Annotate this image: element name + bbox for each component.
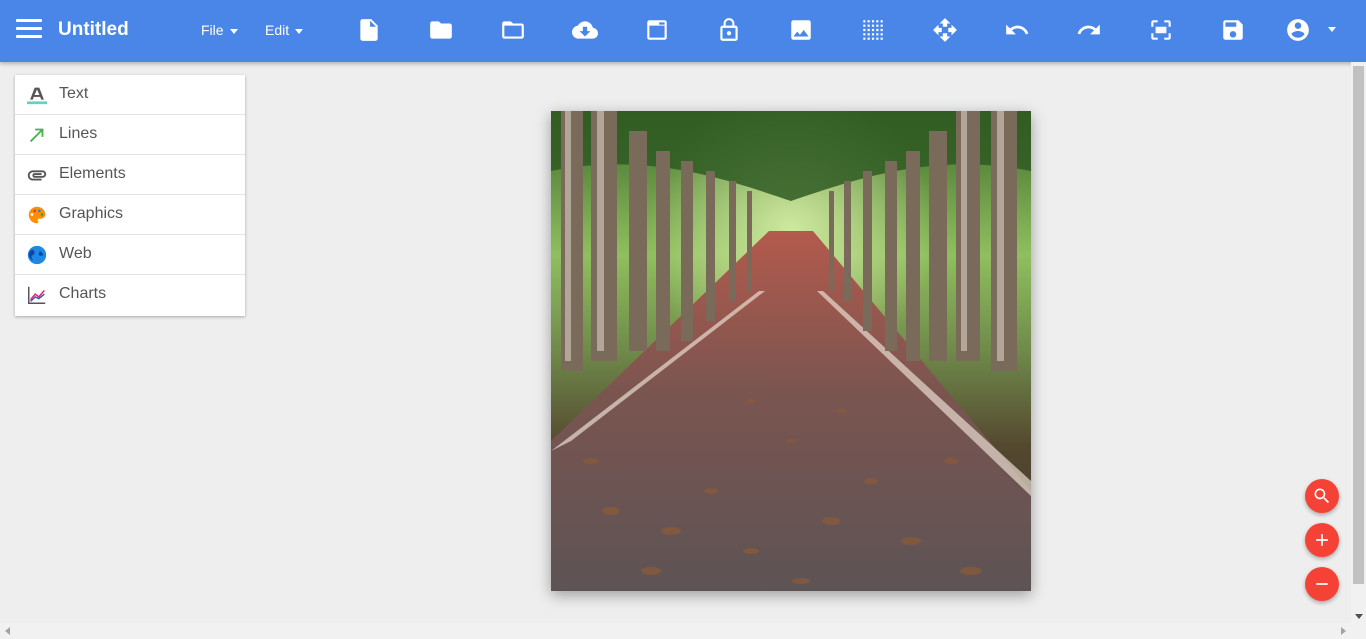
new-file-icon[interactable] [353, 15, 385, 45]
file-menu-label: File [201, 22, 224, 38]
move-icon[interactable] [929, 15, 961, 45]
fullscreen-icon[interactable] [1145, 15, 1177, 45]
hamburger-menu-icon[interactable] [16, 19, 42, 41]
sidebar-item-charts[interactable]: Charts [15, 275, 245, 316]
zoom-search-button[interactable] [1305, 479, 1339, 513]
sidebar-item-text[interactable]: Text [15, 75, 245, 115]
caret-down-icon [295, 28, 304, 34]
grid-icon[interactable] [857, 15, 889, 45]
text-icon [26, 87, 48, 105]
account-dropdown-icon[interactable] [1328, 27, 1336, 32]
search-icon [1314, 488, 1330, 504]
palette-icon [28, 206, 46, 224]
vertical-scrollbar[interactable] [1351, 62, 1366, 623]
road-photo-illustration [551, 111, 1031, 591]
zoom-in-icon [1316, 534, 1328, 546]
sidebar-item-label: Elements [59, 165, 126, 182]
sidebar-item-label: Charts [59, 285, 107, 302]
open-folder-icon[interactable] [425, 15, 457, 45]
sidebar-item-label: Lines [59, 125, 98, 142]
image-icon[interactable] [785, 15, 817, 45]
horizontal-scrollbar[interactable] [0, 623, 1366, 639]
document-title[interactable]: Untitled [58, 19, 129, 41]
sidebar-item-label: Graphics [59, 205, 124, 222]
edit-menu-label: Edit [265, 22, 290, 38]
line-chart-icon [28, 286, 46, 304]
sidebar-item-lines[interactable]: Lines [15, 115, 245, 155]
element-palette: Text Lines Elements Graphics Web Charts [15, 75, 245, 316]
vertical-scroll-thumb[interactable] [1353, 66, 1364, 584]
scroll-right-arrow-icon[interactable] [1341, 627, 1346, 635]
zoom-out-button[interactable] [1305, 567, 1339, 601]
save-icon[interactable] [1217, 15, 1249, 45]
paperclip-icon [27, 170, 47, 181]
lock-icon[interactable] [713, 15, 745, 45]
file-menu-button[interactable]: File [201, 22, 238, 38]
edit-menu-button[interactable]: Edit [265, 22, 304, 38]
scroll-left-arrow-icon[interactable] [5, 627, 10, 635]
line-arrow-icon [29, 128, 44, 143]
sidebar-item-web[interactable]: Web [15, 235, 245, 275]
sidebar-item-label: Text [59, 85, 89, 102]
sidebar-item-graphics[interactable]: Graphics [15, 195, 245, 235]
top-app-bar: Untitled File Edit [0, 0, 1366, 62]
folder-icon[interactable] [497, 15, 529, 45]
window-icon[interactable] [641, 15, 673, 45]
sidebar-item-label: Web [59, 245, 92, 262]
undo-icon[interactable] [1001, 15, 1033, 45]
canvas-photo[interactable] [551, 111, 1031, 591]
zoom-in-button[interactable] [1305, 523, 1339, 557]
scroll-down-arrow-icon[interactable] [1355, 614, 1363, 619]
zoom-out-icon [1316, 583, 1328, 585]
globe-icon [27, 245, 47, 265]
sidebar-item-elements[interactable]: Elements [15, 155, 245, 195]
caret-down-icon [229, 28, 238, 34]
account-icon[interactable] [1282, 15, 1314, 45]
cloud-download-icon[interactable] [569, 15, 601, 45]
redo-icon[interactable] [1073, 15, 1105, 45]
